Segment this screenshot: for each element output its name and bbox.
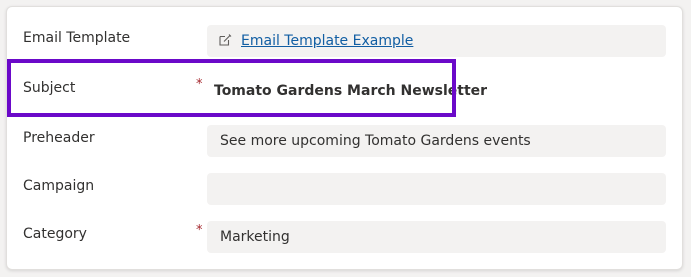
- subject-row: Subject * Tomato Gardens March Newslette…: [7, 75, 682, 107]
- email-template-field[interactable]: Email Template Example: [207, 25, 666, 57]
- campaign-field[interactable]: [207, 173, 666, 205]
- email-template-link[interactable]: Email Template Example: [241, 33, 413, 49]
- subject-label: Subject: [23, 80, 76, 96]
- edit-icon: [218, 27, 232, 46]
- campaign-row: Campaign: [7, 173, 682, 205]
- campaign-label: Campaign: [23, 178, 95, 194]
- email-template-row: Email Template Email Template Example: [7, 25, 682, 57]
- required-indicator: *: [196, 77, 203, 92]
- category-row: Category * Marketing: [7, 221, 682, 253]
- preheader-row: Preheader See more upcoming Tomato Garde…: [7, 125, 682, 157]
- subject-field[interactable]: Tomato Gardens March Newsletter: [207, 75, 666, 107]
- email-template-label: Email Template: [23, 30, 131, 46]
- required-indicator: *: [196, 223, 203, 238]
- category-label: Category: [23, 226, 87, 242]
- category-field[interactable]: Marketing: [207, 221, 666, 253]
- preheader-field[interactable]: See more upcoming Tomato Gardens events: [207, 125, 666, 157]
- form-card: Email Template Email Template Example Su…: [6, 6, 683, 270]
- preheader-label: Preheader: [23, 130, 95, 146]
